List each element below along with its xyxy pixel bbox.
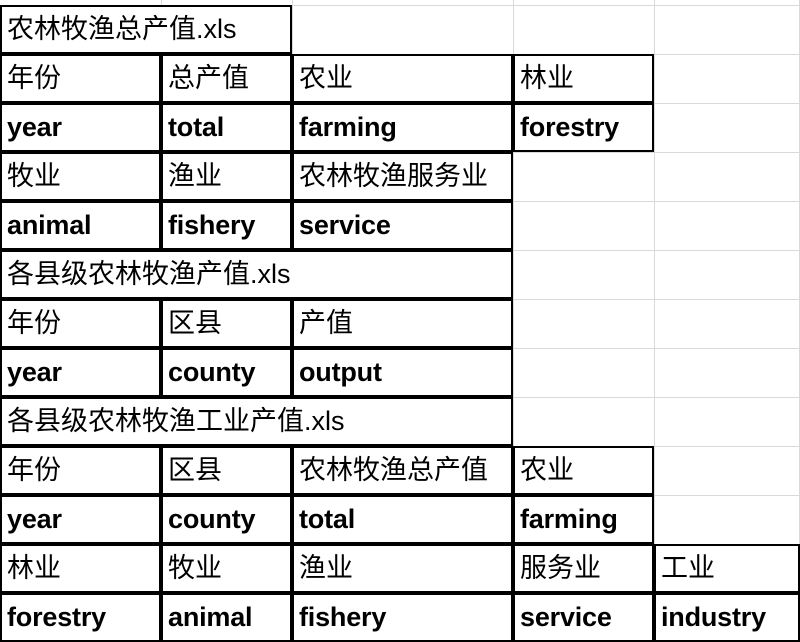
file-title-text: 农林牧渔总产值.xls bbox=[7, 14, 237, 44]
field-cell[interactable]: total bbox=[161, 103, 292, 152]
field-label: animal bbox=[168, 602, 253, 632]
field-cell[interactable]: year bbox=[0, 103, 161, 152]
field-cell[interactable]: 区县 bbox=[161, 299, 292, 348]
field-cell[interactable]: year bbox=[0, 495, 161, 544]
field-label: industry bbox=[661, 602, 766, 632]
field-cell[interactable]: 渔业 bbox=[161, 152, 292, 201]
field-label: 产值 bbox=[299, 308, 353, 338]
field-label: farming bbox=[299, 112, 397, 142]
file-title-cell[interactable]: 各县级农林牧渔产值.xls bbox=[0, 250, 513, 299]
field-label: 区县 bbox=[168, 455, 222, 485]
field-cell[interactable]: 工业 bbox=[654, 544, 800, 593]
field-cell[interactable]: 农业 bbox=[513, 446, 654, 495]
field-cell[interactable]: output bbox=[292, 348, 513, 397]
field-label: farming bbox=[520, 504, 618, 534]
field-label: 农林牧渔服务业 bbox=[299, 161, 488, 191]
field-cell[interactable]: animal bbox=[161, 593, 292, 642]
field-label: 总产值 bbox=[168, 63, 249, 93]
field-label: fishery bbox=[299, 602, 387, 632]
field-cell[interactable]: 农业 bbox=[292, 54, 513, 103]
field-label: fishery bbox=[168, 210, 256, 240]
field-label: 工业 bbox=[661, 553, 715, 583]
field-cell[interactable]: 服务业 bbox=[513, 544, 654, 593]
field-label: 牧业 bbox=[168, 553, 222, 583]
field-label: year bbox=[7, 357, 62, 387]
field-label: 农林牧渔总产值 bbox=[299, 455, 488, 485]
field-label: 服务业 bbox=[520, 553, 601, 583]
field-label: 林业 bbox=[7, 553, 61, 583]
field-label: 年份 bbox=[7, 455, 61, 485]
field-label: forestry bbox=[7, 602, 106, 632]
field-cell[interactable]: 年份 bbox=[0, 54, 161, 103]
field-cell[interactable]: 区县 bbox=[161, 446, 292, 495]
field-cell[interactable]: 年份 bbox=[0, 446, 161, 495]
field-cell[interactable]: farming bbox=[513, 495, 654, 544]
field-cell[interactable]: fishery bbox=[161, 201, 292, 250]
spreadsheet-canvas[interactable]: 农林牧渔总产值.xls 年份 总产值 农业 林业 year total farming fore… bbox=[0, 0, 800, 642]
file-title-text: 各县级农林牧渔产值.xls bbox=[7, 259, 291, 289]
field-label: service bbox=[520, 602, 612, 632]
field-cell[interactable]: fishery bbox=[292, 593, 513, 642]
field-label: 林业 bbox=[520, 63, 574, 93]
field-cell[interactable]: year bbox=[0, 348, 161, 397]
field-label: 农业 bbox=[299, 63, 353, 93]
field-label: year bbox=[7, 504, 62, 534]
field-cell[interactable]: 牧业 bbox=[161, 544, 292, 593]
field-cell[interactable]: county bbox=[161, 348, 292, 397]
field-label: 渔业 bbox=[168, 161, 222, 191]
field-label: county bbox=[168, 504, 256, 534]
field-label: 渔业 bbox=[299, 553, 353, 583]
field-cell[interactable]: farming bbox=[292, 103, 513, 152]
field-label: 年份 bbox=[7, 63, 61, 93]
file-title-text: 各县级农林牧渔工业产值.xls bbox=[7, 406, 345, 436]
field-label: total bbox=[299, 504, 355, 534]
field-cell[interactable]: 林业 bbox=[0, 544, 161, 593]
field-label: 农业 bbox=[520, 455, 574, 485]
field-cell[interactable]: total bbox=[292, 495, 513, 544]
field-cell[interactable]: 农林牧渔总产值 bbox=[292, 446, 513, 495]
field-cell[interactable]: 农林牧渔服务业 bbox=[292, 152, 513, 201]
field-label: forestry bbox=[520, 112, 619, 142]
field-label: county bbox=[168, 357, 256, 387]
field-cell[interactable]: animal bbox=[0, 201, 161, 250]
field-label: 区县 bbox=[168, 308, 222, 338]
field-cell[interactable]: 年份 bbox=[0, 299, 161, 348]
field-cell[interactable]: 牧业 bbox=[0, 152, 161, 201]
file-title-cell[interactable]: 农林牧渔总产值.xls bbox=[0, 5, 292, 54]
field-label: output bbox=[299, 357, 382, 387]
field-label: 牧业 bbox=[7, 161, 61, 191]
file-title-cell[interactable]: 各县级农林牧渔工业产值.xls bbox=[0, 397, 513, 446]
field-cell[interactable]: forestry bbox=[513, 103, 654, 152]
field-label: year bbox=[7, 112, 62, 142]
field-cell[interactable]: industry bbox=[654, 593, 800, 642]
field-cell[interactable]: 总产值 bbox=[161, 54, 292, 103]
field-label: 年份 bbox=[7, 308, 61, 338]
field-cell[interactable]: forestry bbox=[0, 593, 161, 642]
field-cell[interactable]: 产值 bbox=[292, 299, 513, 348]
field-cell[interactable]: 渔业 bbox=[292, 544, 513, 593]
field-label: service bbox=[299, 210, 391, 240]
field-cell[interactable]: county bbox=[161, 495, 292, 544]
gridline-vertical-3 bbox=[654, 0, 655, 636]
field-cell[interactable]: service bbox=[292, 201, 513, 250]
field-cell[interactable]: service bbox=[513, 593, 654, 642]
field-label: animal bbox=[7, 210, 92, 240]
field-label: total bbox=[168, 112, 224, 142]
field-cell[interactable]: 林业 bbox=[513, 54, 654, 103]
